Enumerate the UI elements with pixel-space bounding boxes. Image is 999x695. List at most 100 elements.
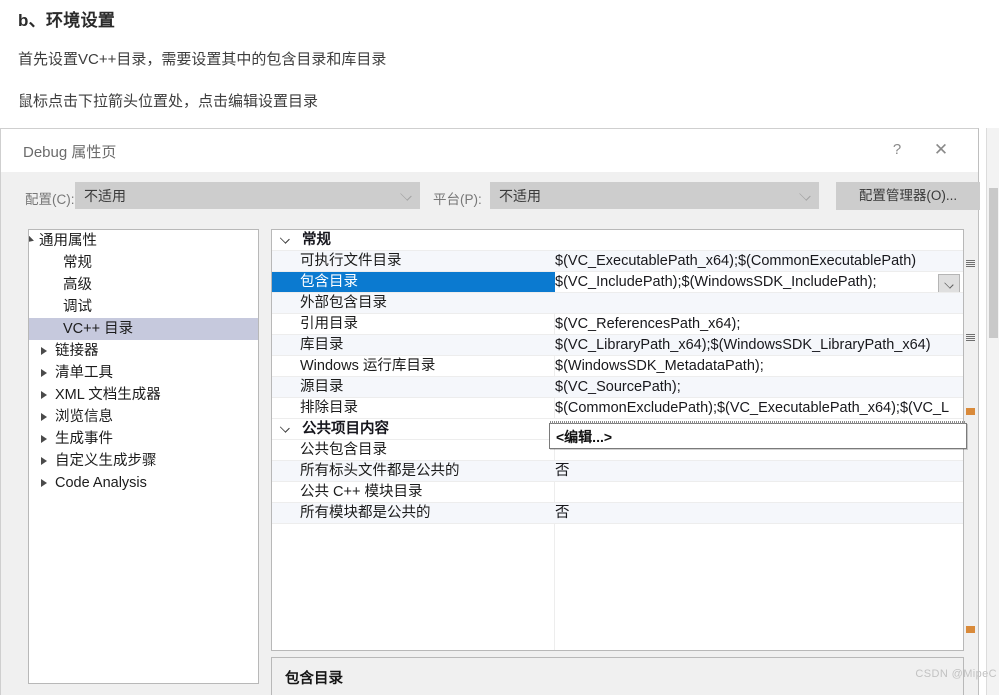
- grid-row-name: 可执行文件目录: [300, 253, 402, 269]
- page-scrollbar-thumb[interactable]: [989, 188, 998, 338]
- article-paragraph-1: 首先设置VC++目录，需要设置其中的包含目录和库目录: [18, 51, 387, 68]
- close-icon[interactable]: ✕: [924, 135, 958, 165]
- chevron-down-icon[interactable]: [281, 425, 290, 434]
- tree-item-9[interactable]: 生成事件: [29, 428, 258, 450]
- tree-item-7[interactable]: XML 文档生成器: [29, 384, 258, 406]
- grid-category-row[interactable]: 常规: [272, 230, 963, 251]
- tree-item-11[interactable]: Code Analysis: [29, 472, 258, 494]
- grid-row-name: 引用目录: [300, 316, 358, 332]
- grid-property-row[interactable]: 库目录 $(VC_LibraryPath_x64);$(WindowsSDK_Li…: [272, 335, 963, 356]
- triangle-right-icon[interactable]: [41, 435, 47, 443]
- grid-property-row[interactable]: 包含目录 $(VC_IncludePath);$(WindowsSDK_Inclu…: [272, 272, 963, 293]
- tree-item-label: XML 文档生成器: [55, 387, 161, 403]
- configuration-bar: 配置(C): 不适用 平台(P): 不适用 配置管理器(O)...: [1, 172, 980, 222]
- dropdown-item-edit[interactable]: <编辑...>: [556, 427, 612, 447]
- grid-row-name: 所有标头文件都是公共的: [300, 463, 460, 479]
- grid-row-value[interactable]: $(VC_SourcePath);: [555, 377, 681, 398]
- tree-item-label: 链接器: [55, 343, 99, 359]
- grid-row-name: 库目录: [300, 337, 344, 353]
- tree-item-4[interactable]: VC++ 目录: [29, 318, 258, 340]
- triangle-right-icon[interactable]: [41, 369, 47, 377]
- description-pane: 包含目录: [271, 657, 964, 695]
- grid-property-row[interactable]: 公共 C++ 模块目录: [272, 482, 963, 503]
- configuration-select[interactable]: 不适用: [75, 182, 420, 209]
- grid-property-row[interactable]: 所有标头文件都是公共的 否: [272, 461, 963, 482]
- watermark: CSDN @MipeC: [915, 668, 997, 680]
- tree-item-label: 通用属性: [39, 233, 97, 249]
- tree-item-label: 自定义生成步骤: [55, 453, 157, 469]
- triangle-right-icon[interactable]: [41, 413, 47, 421]
- chevron-down-icon: [944, 279, 954, 289]
- triangle-right-icon[interactable]: [41, 391, 47, 399]
- tree-item-6[interactable]: 清单工具: [29, 362, 258, 384]
- grid-row-name: 公共项目内容: [302, 421, 389, 437]
- tree-item-label: 清单工具: [55, 365, 113, 381]
- help-icon[interactable]: ?: [880, 135, 914, 165]
- tree-item-label: VC++ 目录: [63, 321, 134, 337]
- tree-item-1[interactable]: 常规: [29, 252, 258, 274]
- grid-row-name: 包含目录: [300, 274, 358, 290]
- article-heading: b、环境设置: [18, 11, 116, 30]
- property-tree[interactable]: 通用属性常规高级调试 VC++ 目录链接器清单工具 XML 文档生成器 浏览信息生成事…: [28, 229, 259, 684]
- triangle-right-icon[interactable]: [41, 479, 47, 487]
- tree-item-label: 常规: [63, 255, 92, 271]
- article-paragraph-2: 鼠标点击下拉箭头位置处，点击编辑设置目录: [18, 93, 319, 110]
- tree-item-label: Code Analysis: [55, 475, 147, 491]
- property-pages-dialog: Debug 属性页 ? ✕ 配置(C): 不适用 平台(P): 不适用 配置管理…: [0, 128, 980, 695]
- grid-property-row[interactable]: 所有模块都是公共的 否: [272, 503, 963, 524]
- chevron-down-icon[interactable]: [281, 236, 290, 245]
- grid-property-row[interactable]: 外部包含目录: [272, 293, 963, 314]
- grid-row-value[interactable]: 否: [555, 503, 570, 524]
- grid-row-name: 公共包含目录: [300, 442, 387, 458]
- tree-item-10[interactable]: 自定义生成步骤: [29, 450, 258, 472]
- triangle-right-icon[interactable]: [41, 347, 47, 355]
- platform-select[interactable]: 不适用: [490, 182, 819, 209]
- grid-property-row[interactable]: 引用目录 $(VC_ReferencesPath_x64);: [272, 314, 963, 335]
- grid-property-row[interactable]: 源目录 $(VC_SourcePath);: [272, 377, 963, 398]
- platform-label: 平台(P):: [433, 192, 482, 207]
- tree-item-label: 调试: [63, 299, 92, 315]
- grid-row-value[interactable]: $(VC_ExecutablePath_x64);$(CommonExecuta…: [555, 251, 916, 272]
- grid-row-name: 排除目录: [300, 400, 358, 416]
- grid-row-name: 常规: [302, 232, 331, 248]
- scrollbar-tick: [966, 334, 975, 341]
- page-scrollbar[interactable]: [986, 128, 999, 695]
- grid-property-row[interactable]: 可执行文件目录 $(VC_ExecutablePath_x64);$(Common…: [272, 251, 963, 272]
- chevron-down-icon: [400, 189, 412, 201]
- grid-row-value[interactable]: 否: [555, 461, 570, 482]
- grid-row-name: 所有模块都是公共的: [300, 505, 431, 521]
- tree-item-3[interactable]: 调试: [29, 296, 258, 318]
- grid-row-divider: [272, 523, 963, 524]
- scrollbar-tick: [966, 408, 975, 415]
- include-directories-dropdown-popup[interactable]: <编辑...>: [549, 421, 967, 449]
- grid-row-value[interactable]: $(CommonExcludePath);$(VC_ExecutablePath…: [555, 398, 949, 419]
- configuration-select-value: 不适用: [84, 188, 126, 204]
- grid-row-value[interactable]: $(VC_ReferencesPath_x64);: [555, 314, 740, 335]
- dialog-titlebar: Debug 属性页 ? ✕: [1, 129, 978, 172]
- platform-select-value: 不适用: [499, 188, 541, 204]
- triangle-right-icon[interactable]: [41, 457, 47, 465]
- dialog-title: Debug 属性页: [23, 144, 117, 161]
- value-dropdown-button[interactable]: [938, 274, 960, 293]
- description-title: 包含目录: [285, 671, 343, 687]
- grid-row-value[interactable]: $(VC_IncludePath);$(WindowsSDK_IncludePa…: [555, 272, 877, 293]
- grid-row-value[interactable]: $(VC_LibraryPath_x64);$(WindowsSDK_Libra…: [555, 335, 931, 356]
- dialog-scrollbar[interactable]: [966, 226, 977, 688]
- grid-property-row[interactable]: Windows 运行库目录 $(WindowsSDK_MetadataPath);: [272, 356, 963, 377]
- grid-row-name: Windows 运行库目录: [300, 358, 436, 374]
- scrollbar-tick: [966, 260, 975, 267]
- grid-row-value[interactable]: $(WindowsSDK_MetadataPath);: [555, 356, 764, 377]
- grid-property-row[interactable]: 排除目录 $(CommonExcludePath);$(VC_Executable…: [272, 398, 963, 419]
- tree-item-label: 高级: [63, 277, 92, 293]
- configuration-manager-button[interactable]: 配置管理器(O)...: [836, 182, 980, 210]
- tree-item-label: 浏览信息: [55, 409, 113, 425]
- tree-item-5[interactable]: 链接器: [29, 340, 258, 362]
- tree-item-label: 生成事件: [55, 431, 113, 447]
- grid-row-name: 源目录: [300, 379, 344, 395]
- tree-item-2[interactable]: 高级: [29, 274, 258, 296]
- tree-item-0[interactable]: 通用属性: [29, 230, 258, 252]
- tree-item-8[interactable]: 浏览信息: [29, 406, 258, 428]
- page-root: b、环境设置 首先设置VC++目录，需要设置其中的包含目录和库目录 鼠标点击下拉…: [0, 0, 999, 695]
- triangle-down-icon[interactable]: [29, 235, 34, 245]
- configuration-label: 配置(C):: [25, 192, 75, 207]
